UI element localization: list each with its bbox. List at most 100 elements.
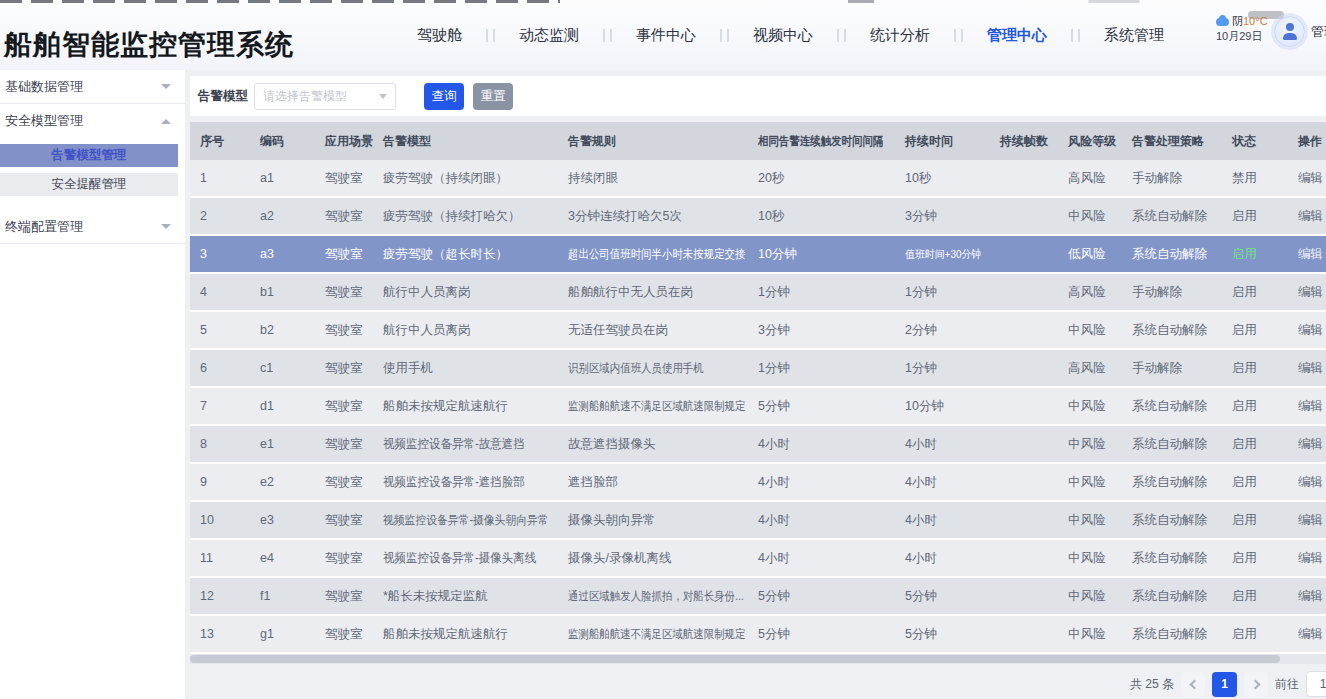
- cell-frames: [990, 502, 1058, 538]
- edit-link[interactable]: 编辑: [1288, 540, 1326, 576]
- edit-link[interactable]: 编辑: [1288, 350, 1326, 386]
- edit-link[interactable]: 编辑: [1288, 502, 1326, 538]
- app-title: 船舶智能监控管理系统: [4, 26, 294, 64]
- chevron-down-icon: [161, 84, 171, 89]
- sidebar-group-1[interactable]: 基础数据管理: [0, 70, 185, 104]
- edit-link[interactable]: 编辑: [1288, 160, 1326, 196]
- cell-code: e4: [250, 540, 315, 576]
- cell-status: 启用: [1222, 388, 1288, 424]
- column-header: 操作: [1288, 122, 1326, 160]
- nav-item-6[interactable]: 管理中心: [963, 0, 1071, 70]
- table-header-row: 序号编码应用场景告警模型告警规则相同告警连续触发时间间隔持续时间持续帧数风险等级…: [190, 122, 1326, 160]
- edit-link[interactable]: 编辑: [1288, 312, 1326, 348]
- cell-status: 禁用: [1222, 160, 1288, 196]
- nav-item-1[interactable]: 驾驶舱: [393, 0, 486, 70]
- cell-code: d1: [250, 388, 315, 424]
- column-header: 告警模型: [373, 122, 558, 160]
- table-row[interactable]: 2a2驾驶室疲劳驾驶（持续打哈欠）3分钟连续打哈欠5次10秒3分钟中风险系统自动…: [190, 198, 1326, 236]
- sidebar-item-2-1[interactable]: 告警模型管理: [0, 144, 178, 167]
- cell-rule: 持续闭眼: [558, 160, 748, 196]
- cell-code: e3: [250, 502, 315, 538]
- table-row[interactable]: 10e3驾驶室视频监控设备异常-摄像头朝向异常摄像头朝向异常4小时4小时中风险系…: [190, 502, 1326, 540]
- chevron-left-icon: [1189, 679, 1199, 689]
- cell-model: 航行中人员离岗: [373, 274, 558, 310]
- edit-link[interactable]: 编辑: [1288, 236, 1326, 272]
- cell-model: 船舶未按规定航速航行: [373, 616, 558, 652]
- nav-item-2[interactable]: 动态监测: [495, 0, 603, 70]
- cell-code: b1: [250, 274, 315, 310]
- next-page-button[interactable]: [1244, 672, 1268, 697]
- nav-item-5[interactable]: 统计分析: [846, 0, 954, 70]
- cell-strategy: 系统自动解除: [1122, 464, 1222, 500]
- horizontal-scrollbar[interactable]: [190, 654, 1326, 664]
- table-row[interactable]: 12f1驾驶室*船长未按规定监航通过区域触发人脸抓拍，对船长身份...5分钟5分…: [190, 578, 1326, 616]
- search-button[interactable]: 查询: [424, 83, 464, 110]
- edit-link[interactable]: 编辑: [1288, 198, 1326, 234]
- cell-frames: [990, 236, 1058, 272]
- cell-no: 6: [190, 350, 250, 386]
- cell-code: e1: [250, 426, 315, 462]
- cell-frames: [990, 616, 1058, 652]
- cell-strategy: 手动解除: [1122, 350, 1222, 386]
- edit-link[interactable]: 编辑: [1288, 464, 1326, 500]
- cell-model: 疲劳驾驶（超长时长）: [373, 236, 558, 272]
- cell-scene: 驾驶室: [315, 274, 373, 310]
- alarm-model-select[interactable]: 请选择告警模型: [254, 83, 396, 110]
- cell-frames: [990, 578, 1058, 614]
- user-menu[interactable]: 管理: [1274, 16, 1326, 47]
- edit-link[interactable]: 编辑: [1288, 274, 1326, 310]
- edit-link[interactable]: 编辑: [1288, 426, 1326, 462]
- edit-link[interactable]: 编辑: [1288, 578, 1326, 614]
- cell-risk: 中风险: [1058, 616, 1122, 652]
- table-row[interactable]: 11e4驾驶室视频监控设备异常-摄像头离线摄像头/录像机离线4小时4小时中风险系…: [190, 540, 1326, 578]
- sidebar-item-2-2[interactable]: 安全提醒管理: [0, 173, 178, 196]
- table-row[interactable]: 6c1驾驶室使用手机识别区域内值班人员使用手机1分钟1分钟高风险手动解除启用编辑: [190, 350, 1326, 388]
- weather-date: 10月29日: [1216, 29, 1278, 44]
- column-header: 告警规则: [558, 122, 748, 160]
- cell-risk: 高风险: [1058, 274, 1122, 310]
- cell-interval: 10秒: [748, 198, 895, 234]
- edit-link[interactable]: 编辑: [1288, 388, 1326, 424]
- table-row[interactable]: 7d1驾驶室船舶未按规定航速航行监测船舶航速不满足区域航速限制规定5分钟10分钟…: [190, 388, 1326, 426]
- cell-strategy: 系统自动解除: [1122, 578, 1222, 614]
- cell-scene: 驾驶室: [315, 388, 373, 424]
- cell-status: 启用: [1222, 426, 1288, 462]
- nav-item-3[interactable]: 事件中心: [612, 0, 720, 70]
- cell-rule: 监测船舶航速不满足区域航速限制规定: [558, 616, 748, 652]
- table-row[interactable]: 5b2驾驶室航行中人员离岗无适任驾驶员在岗3分钟2分钟中风险系统自动解除启用编辑: [190, 312, 1326, 350]
- nav-separator: [1071, 29, 1080, 42]
- sidebar-group-3[interactable]: 终端配置管理: [0, 210, 185, 244]
- cell-no: 12: [190, 578, 250, 614]
- nav-item-7[interactable]: 系统管理: [1080, 0, 1188, 70]
- cell-interval: 5分钟: [748, 616, 895, 652]
- sidebar-group-2[interactable]: 安全模型管理: [0, 104, 185, 138]
- column-header: 相同告警连续触发时间间隔: [748, 122, 895, 160]
- cell-code: f1: [250, 578, 315, 614]
- cell-scene: 驾驶室: [315, 236, 373, 272]
- user-label: 管理: [1311, 23, 1326, 41]
- page-number-button[interactable]: 1: [1212, 672, 1237, 697]
- table-row[interactable]: 1a1驾驶室疲劳驾驶（持续闭眼）持续闭眼20秒10秒高风险手动解除禁用编辑: [190, 160, 1326, 198]
- reset-button[interactable]: 重置: [473, 83, 513, 110]
- cell-risk: 中风险: [1058, 502, 1122, 538]
- cell-model: 疲劳驾驶（持续打哈欠）: [373, 198, 558, 234]
- cell-scene: 驾驶室: [315, 464, 373, 500]
- prev-page-button[interactable]: [1181, 672, 1205, 697]
- cell-duration: 10分钟: [895, 388, 990, 424]
- table-row[interactable]: 4b1驾驶室航行中人员离岗船舶航行中无人员在岗1分钟1分钟高风险手动解除启用编辑: [190, 274, 1326, 312]
- edit-link[interactable]: 编辑: [1288, 616, 1326, 652]
- table-row[interactable]: 3a3驾驶室疲劳驾驶（超长时长）超出公司值班时间半小时未按规定交接10分钟值班时…: [190, 236, 1326, 274]
- cell-scene: 驾驶室: [315, 198, 373, 234]
- cell-risk: 中风险: [1058, 540, 1122, 576]
- nav-item-4[interactable]: 视频中心: [729, 0, 837, 70]
- table-row[interactable]: 8e1驾驶室视频监控设备异常-故意遮挡故意遮挡摄像头4小时4小时中风险系统自动解…: [190, 426, 1326, 464]
- table-row[interactable]: 9e2驾驶室视频监控设备异常-遮挡脸部遮挡脸部4小时4小时中风险系统自动解除启用…: [190, 464, 1326, 502]
- cell-risk: 中风险: [1058, 464, 1122, 500]
- cell-scene: 驾驶室: [315, 540, 373, 576]
- cell-rule: 3分钟连续打哈欠5次: [558, 198, 748, 234]
- scrollbar-thumb[interactable]: [190, 655, 1280, 663]
- chevron-down-icon: [379, 94, 387, 99]
- goto-page-input[interactable]: 1: [1306, 671, 1326, 697]
- table-row[interactable]: 13g1驾驶室船舶未按规定航速航行监测船舶航速不满足区域航速限制规定5分钟5分钟…: [190, 616, 1326, 654]
- cell-interval: 1分钟: [748, 350, 895, 386]
